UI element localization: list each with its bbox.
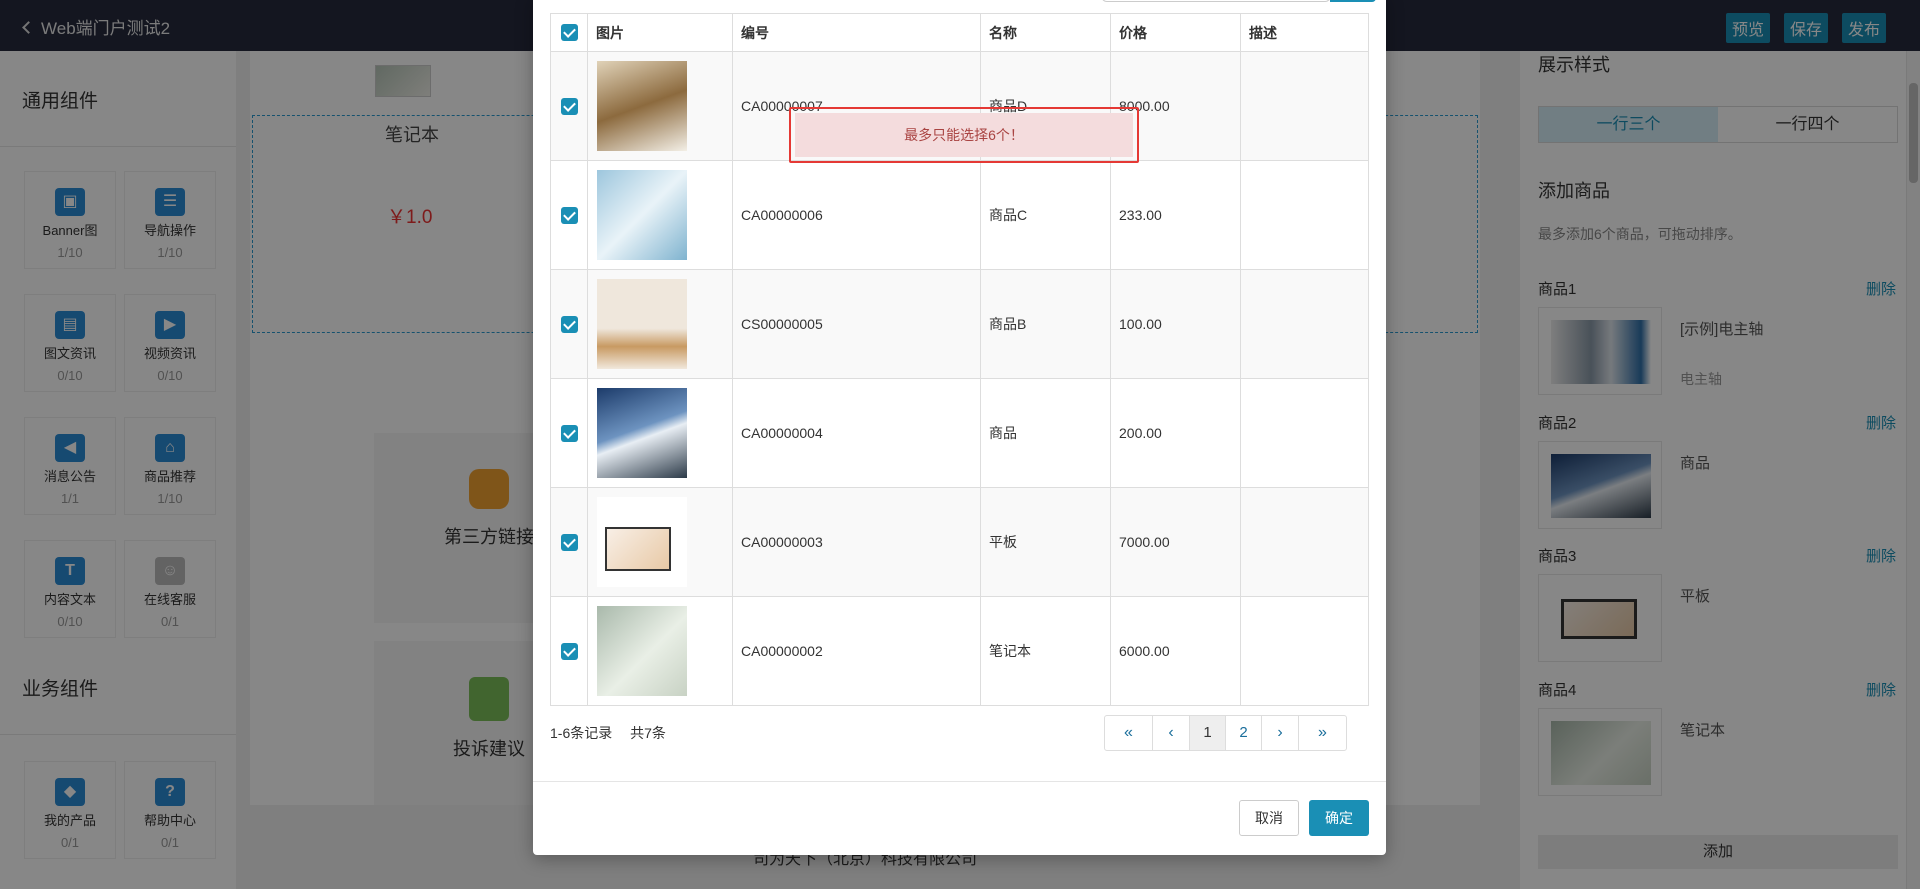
row-select-cell [550, 487, 588, 597]
row-select-cell [550, 51, 588, 161]
code-cell: CA00000002 [732, 596, 981, 706]
row-select-cell [550, 378, 588, 488]
image-cell [587, 378, 733, 488]
select-all-checkbox[interactable] [560, 24, 578, 42]
image-cell [587, 596, 733, 706]
code-cell: CA00000006 [732, 160, 981, 270]
modal-footer-divider [533, 781, 1386, 782]
row-checkbox[interactable] [560, 642, 578, 660]
max-selection-alert: 最多只能选择6个！ [789, 107, 1139, 163]
page-2-button[interactable]: 2 [1225, 716, 1261, 750]
column-header-name: 名称 [980, 13, 1111, 52]
code-cell: CS00000005 [732, 269, 981, 379]
image-cell [587, 51, 733, 161]
price-cell: 233.00 [1110, 160, 1241, 270]
price-cell: 100.00 [1110, 269, 1241, 379]
alert-message: 最多只能选择6个！ [795, 113, 1133, 157]
laptop-image [597, 606, 687, 696]
name-cell: 笔记本 [980, 596, 1111, 706]
first-page-button[interactable]: « [1105, 716, 1152, 750]
table-row[interactable]: CA00000006 商品C 233.00 [550, 160, 1369, 270]
code-cell: CA00000004 [732, 378, 981, 488]
table-header-row: 图片 编号 名称 价格 描述 [550, 13, 1369, 52]
desc-cell [1240, 269, 1369, 379]
last-page-button[interactable]: » [1298, 716, 1346, 750]
select-all-cell [550, 13, 588, 52]
price-cell: 7000.00 [1110, 487, 1241, 597]
tablet-image [597, 497, 687, 587]
cable-image [597, 170, 687, 260]
office-image [597, 61, 687, 151]
image-cell [587, 269, 733, 379]
row-checkbox[interactable] [560, 206, 578, 224]
next-page-button[interactable]: › [1261, 716, 1298, 750]
price-cell: 200.00 [1110, 378, 1241, 488]
prev-page-button[interactable]: ‹ [1152, 716, 1189, 750]
desc-cell [1240, 487, 1369, 597]
row-checkbox[interactable] [560, 315, 578, 333]
row-checkbox[interactable] [560, 533, 578, 551]
table-row[interactable]: CA00000004 商品 200.00 [550, 378, 1369, 488]
desc-cell [1240, 51, 1369, 161]
name-cell: 商品B [980, 269, 1111, 379]
row-checkbox[interactable] [560, 97, 578, 115]
search-box-fragment [1101, 0, 1376, 2]
column-header-image: 图片 [587, 13, 733, 52]
column-header-desc: 描述 [1240, 13, 1369, 52]
name-cell: 商品C [980, 160, 1111, 270]
name-cell: 平板 [980, 487, 1111, 597]
desc-cell [1240, 596, 1369, 706]
confirm-button[interactable]: 确定 [1309, 800, 1369, 836]
row-checkbox[interactable] [560, 424, 578, 442]
desc-cell [1240, 378, 1369, 488]
row-select-cell [550, 269, 588, 379]
desc-cell [1240, 160, 1369, 270]
cancel-button[interactable]: 取消 [1239, 800, 1299, 836]
landscape-image [597, 388, 687, 478]
tv-cabinet-image [597, 279, 687, 369]
record-total: 共7条 [630, 725, 666, 741]
column-header-price: 价格 [1110, 13, 1241, 52]
table-row[interactable]: CA00000003 平板 7000.00 [550, 487, 1369, 597]
table-row[interactable]: CS00000005 商品B 100.00 [550, 269, 1369, 379]
pagination-info: 1-6条记录 共7条 [550, 723, 680, 743]
name-cell: 商品 [980, 378, 1111, 488]
code-cell: CA00000003 [732, 487, 981, 597]
column-header-code: 编号 [732, 13, 981, 52]
product-select-modal: 图片 编号 名称 价格 描述 CA00000007 商品D 8000.00 CA… [533, 0, 1386, 855]
image-cell [587, 160, 733, 270]
row-select-cell [550, 596, 588, 706]
pagination: « ‹ 1 2 › » [1104, 715, 1347, 751]
record-range: 1-6条记录 [550, 725, 613, 741]
row-select-cell [550, 160, 588, 270]
price-cell: 6000.00 [1110, 596, 1241, 706]
page-1-button[interactable]: 1 [1189, 716, 1225, 750]
search-button-fragment [1330, 0, 1376, 2]
image-cell [587, 487, 733, 597]
table-row[interactable]: CA00000002 笔记本 6000.00 [550, 596, 1369, 706]
